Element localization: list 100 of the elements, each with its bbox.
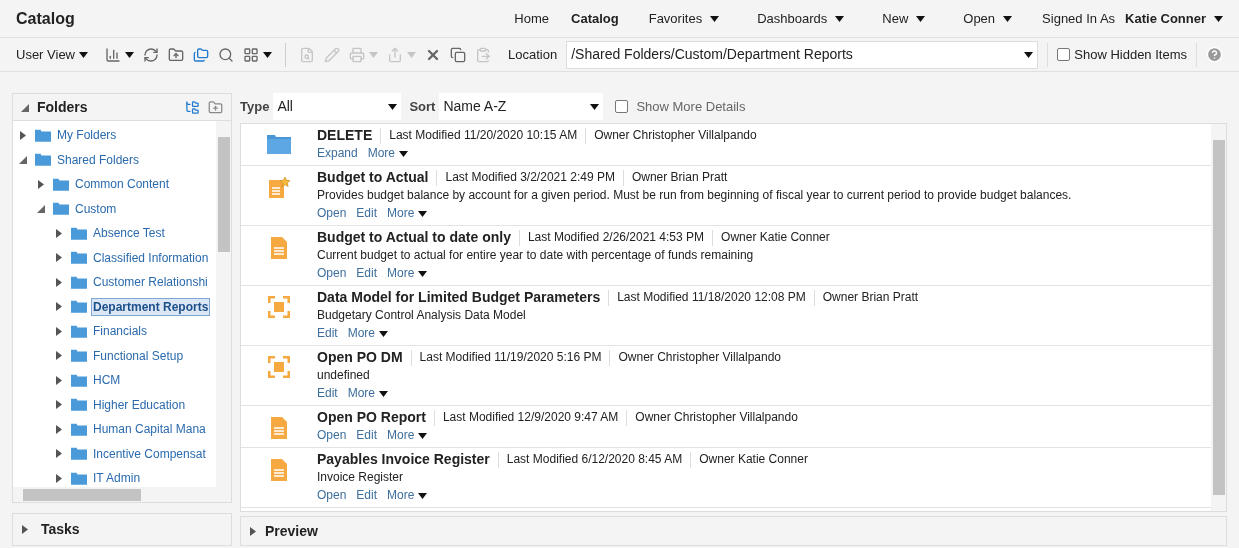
folder-label[interactable]: Custom	[73, 200, 119, 217]
folder-icon	[71, 226, 87, 240]
action-link[interactable]: More	[387, 427, 428, 444]
folder-icon	[71, 300, 87, 314]
expand-triangle-icon[interactable]	[55, 228, 63, 238]
expand-triangle-icon[interactable]	[55, 253, 63, 263]
expand-triangle-icon[interactable]	[55, 449, 63, 459]
folder-label[interactable]: IT Admin	[91, 470, 143, 487]
caret-icon	[263, 51, 272, 58]
checkbox[interactable]	[615, 100, 629, 113]
expand-triangle-icon[interactable]	[55, 473, 63, 483]
nav-link[interactable]: Catalog	[571, 8, 619, 29]
location-field[interactable]: /Shared Folders/Custom/Department Reports	[566, 40, 1039, 69]
tree-icon[interactable]	[185, 99, 200, 115]
folder-label[interactable]: Functional Setup	[91, 347, 186, 364]
modified-date: Last Modified 11/19/2020 5:16 PM	[419, 349, 602, 366]
expand-triangle-icon[interactable]	[21, 525, 29, 534]
checkbox-label: Show More Details	[636, 97, 746, 116]
owner-name: Owner Christopher Villalpando	[635, 409, 798, 426]
folder-icon	[71, 275, 87, 289]
modified-date: Last Modified 6/12/2020 8:45 AM	[506, 451, 683, 468]
action-link[interactable]: More	[347, 385, 389, 402]
nav-link[interactable]: Open	[963, 8, 1013, 29]
nav-link[interactable]: New	[882, 8, 926, 29]
folder-icon	[71, 398, 87, 412]
expand-triangle-icon[interactable]	[55, 424, 63, 434]
nav-link[interactable]: Dashboards	[757, 8, 845, 29]
document-icon	[270, 236, 288, 260]
item-name[interactable]: Open PO Report	[317, 409, 426, 426]
preview-panel[interactable]: Preview	[240, 516, 1227, 546]
action-link[interactable]: Edit	[356, 265, 378, 282]
action-link[interactable]: Open	[317, 487, 347, 504]
action-link[interactable]: Expand	[317, 145, 358, 162]
tasks-panel[interactable]: Tasks	[12, 513, 232, 546]
horizontal-scrollbar[interactable]	[13, 487, 231, 502]
new-folder-icon[interactable]	[208, 99, 223, 115]
collapse-triangle-icon[interactable]	[21, 102, 29, 112]
panel-title: Tasks	[41, 520, 80, 539]
collapse-triangle-icon[interactable]	[19, 155, 27, 165]
item-name[interactable]: Budget to Actual to date only	[317, 229, 511, 246]
folder-icon	[71, 373, 87, 387]
share-icon	[387, 46, 403, 63]
folder-label[interactable]: Common Content	[73, 176, 172, 193]
expand-triangle-icon[interactable]	[55, 326, 63, 336]
folder-label[interactable]: My Folders	[55, 127, 119, 144]
expand-triangle-icon[interactable]	[19, 130, 27, 140]
folder-label[interactable]: Higher Education	[91, 396, 188, 413]
owner-name: Owner Christopher Villalpando	[618, 349, 781, 366]
toolbar-button[interactable]	[105, 46, 134, 63]
type-dropdown[interactable]: All	[273, 93, 402, 120]
folder-label[interactable]: Classified Information	[91, 249, 211, 266]
action-link[interactable]: Edit	[317, 325, 338, 342]
action-link[interactable]: More	[387, 265, 428, 282]
action-link[interactable]: More	[387, 487, 428, 504]
action-link[interactable]: Open	[317, 205, 347, 222]
folder-label[interactable]: Incentive Compensat	[91, 445, 208, 462]
help-icon[interactable]	[1206, 46, 1223, 63]
action-link[interactable]: Edit	[356, 487, 378, 504]
toolbar-button[interactable]	[243, 46, 272, 63]
action-link[interactable]: Open	[317, 427, 347, 444]
action-link[interactable]: Edit	[356, 205, 378, 222]
folder-label[interactable]: Customer Relationshi	[91, 274, 210, 291]
nav-link[interactable]: Home	[514, 8, 549, 29]
folder-label[interactable]: Absence Test	[91, 225, 167, 242]
folder-label[interactable]: Department Reports	[91, 297, 211, 316]
view-dropdown[interactable]: User View	[16, 44, 88, 65]
vertical-scrollbar[interactable]	[1211, 124, 1226, 511]
item-name[interactable]: DELETE	[317, 127, 373, 144]
action-link[interactable]: More	[367, 145, 409, 162]
expand-triangle-icon[interactable]	[55, 277, 63, 287]
action-link[interactable]: More	[347, 325, 389, 342]
nav-link[interactable]: Favorites	[648, 8, 720, 29]
expand-triangle-icon[interactable]	[55, 375, 63, 385]
item-name[interactable]: Open PO DM	[317, 349, 403, 366]
item-name[interactable]: Payables Invoice Register	[317, 451, 490, 468]
sort-dropdown[interactable]: Name A-Z	[439, 93, 604, 120]
folder-label[interactable]: Human Capital Mana	[91, 421, 208, 438]
panel-title: Preview	[265, 521, 318, 541]
checkbox[interactable]	[1057, 48, 1071, 61]
item-name[interactable]: Data Model for Limited Budget Parameters	[317, 289, 601, 306]
action-link[interactable]: Open	[317, 265, 347, 282]
folder-label[interactable]: HCM	[91, 372, 123, 389]
collapse-triangle-icon[interactable]	[37, 204, 45, 214]
modified-date: Last Modified 3/2/2021 2:49 PM	[445, 169, 615, 186]
action-link[interactable]: Edit	[317, 385, 338, 402]
action-link[interactable]: More	[387, 205, 428, 222]
folder-label[interactable]: Shared Folders	[55, 151, 142, 168]
expand-triangle-icon[interactable]	[55, 302, 63, 312]
expand-triangle-icon[interactable]	[55, 351, 63, 361]
action-link[interactable]: Edit	[356, 427, 378, 444]
caret-icon	[79, 51, 88, 58]
user-menu[interactable]: Katie Conner	[1125, 8, 1223, 29]
vertical-scrollbar[interactable]	[216, 121, 231, 487]
expand-triangle-icon[interactable]	[37, 179, 45, 189]
item-name[interactable]: Budget to Actual	[317, 169, 429, 186]
caret-icon	[418, 432, 428, 439]
expand-triangle-icon[interactable]	[55, 400, 63, 410]
expand-triangle-icon[interactable]	[249, 526, 257, 536]
folder-label[interactable]: Financials	[91, 323, 150, 340]
caret-icon	[1024, 51, 1034, 58]
